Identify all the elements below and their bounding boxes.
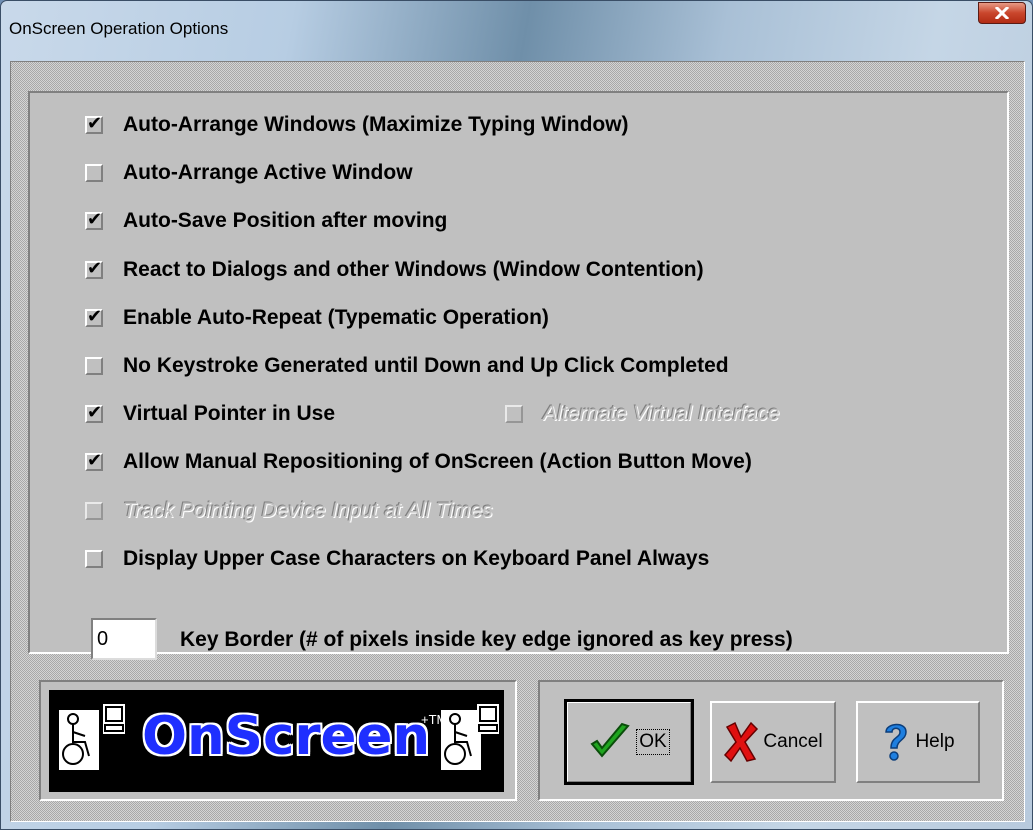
ok-button[interactable]: OK	[564, 699, 694, 785]
option-label: React to Dialogs and other Windows (Wind…	[123, 258, 704, 281]
check-mark-icon: ✔	[87, 113, 103, 134]
logo-text: OnScreen	[142, 706, 431, 767]
check-mark-icon: ✔	[87, 450, 103, 471]
cancel-button[interactable]: Cancel	[710, 701, 836, 783]
wheelchair-user-icon	[59, 710, 99, 770]
checkmark-icon	[590, 722, 631, 758]
options-panel: ✔ Auto-Arrange Windows (Maximize Typing …	[28, 91, 1009, 660]
checkbox-auto-arrange-active[interactable]	[85, 164, 103, 182]
key-border-label: Key Border (# of pixels inside key edge …	[180, 628, 793, 651]
checkbox-virtual-pointer[interactable]: ✔	[85, 402, 103, 423]
option-enable-auto-repeat[interactable]: ✔ Enable Auto-Repeat (Typematic Operatio…	[85, 304, 549, 332]
check-mark-icon: ✔	[87, 402, 103, 423]
option-manual-repositioning[interactable]: ✔ Allow Manual Repositioning of OnScreen…	[85, 448, 752, 476]
onscreen-logo: OnScreen +TM	[49, 690, 504, 792]
option-label: Enable Auto-Repeat (Typematic Operation)	[123, 306, 549, 329]
option-auto-save-position[interactable]: ✔ Auto-Save Position after moving	[85, 207, 447, 235]
red-x-icon	[724, 721, 759, 763]
checkbox-alternate-virtual-interface	[505, 405, 523, 423]
option-label: Alternate Virtual Interface	[543, 402, 780, 425]
checkbox-enable-auto-repeat[interactable]: ✔	[85, 306, 103, 327]
option-label: Virtual Pointer in Use	[123, 402, 335, 425]
checkbox-auto-arrange-windows[interactable]: ✔	[85, 113, 103, 134]
check-mark-icon: ✔	[87, 306, 103, 327]
option-label: Track Pointing Device Input at All Times	[123, 499, 493, 522]
buttons-panel: OK Cancel Help	[538, 680, 1004, 801]
checkbox-display-upper-case[interactable]	[85, 550, 103, 568]
checkbox-no-keystroke-until-click[interactable]	[85, 357, 103, 375]
option-label: Auto-Save Position after moving	[123, 209, 448, 232]
check-mark-icon: ✔	[87, 209, 103, 230]
option-auto-arrange-active[interactable]: Auto-Arrange Active Window	[85, 159, 413, 187]
help-button[interactable]: Help	[856, 701, 980, 783]
option-label: No Keystroke Generated until Down and Up…	[123, 354, 729, 377]
help-button-label: Help	[915, 731, 955, 752]
option-track-pointing-device: Track Pointing Device Input at All Times	[85, 497, 493, 525]
key-border-input[interactable]	[91, 618, 157, 660]
option-label: Auto-Arrange Active Window	[123, 161, 413, 184]
checkbox-manual-repositioning[interactable]: ✔	[85, 450, 103, 471]
wheelchair-user-icon	[441, 710, 481, 770]
close-button[interactable]	[978, 2, 1026, 24]
question-mark-icon	[885, 723, 908, 761]
cancel-button-label: Cancel	[763, 731, 823, 752]
checkbox-auto-save-position[interactable]: ✔	[85, 209, 103, 230]
option-auto-arrange-windows[interactable]: ✔ Auto-Arrange Windows (Maximize Typing …	[85, 111, 629, 139]
computer-icon	[103, 704, 125, 734]
option-react-to-dialogs[interactable]: ✔ React to Dialogs and other Windows (Wi…	[85, 256, 704, 284]
dialog-window: OnScreen Operation Options ✔ Auto-Arrang…	[0, 0, 1033, 830]
checkbox-react-to-dialogs[interactable]: ✔	[85, 258, 103, 279]
option-no-keystroke-until-click[interactable]: No Keystroke Generated until Down and Up…	[85, 352, 729, 380]
computer-icon	[477, 704, 499, 734]
dialog-client-area: ✔ Auto-Arrange Windows (Maximize Typing …	[10, 61, 1025, 822]
option-virtual-pointer[interactable]: ✔ Virtual Pointer in Use	[85, 400, 335, 428]
option-label: Display Upper Case Characters on Keyboar…	[123, 547, 710, 570]
logo-panel: OnScreen +TM	[39, 680, 517, 801]
ok-button-label: OK	[636, 729, 670, 755]
check-mark-icon: ✔	[87, 258, 103, 279]
checkbox-track-pointing-device	[85, 502, 103, 520]
option-label: Allow Manual Repositioning of OnScreen (…	[123, 450, 752, 473]
option-alternate-virtual-interface: Alternate Virtual Interface	[505, 400, 780, 428]
option-display-upper-case[interactable]: Display Upper Case Characters on Keyboar…	[85, 545, 709, 573]
option-label: Auto-Arrange Windows (Maximize Typing Wi…	[123, 113, 629, 136]
window-title: OnScreen Operation Options	[9, 19, 229, 38]
close-icon	[995, 7, 1009, 19]
